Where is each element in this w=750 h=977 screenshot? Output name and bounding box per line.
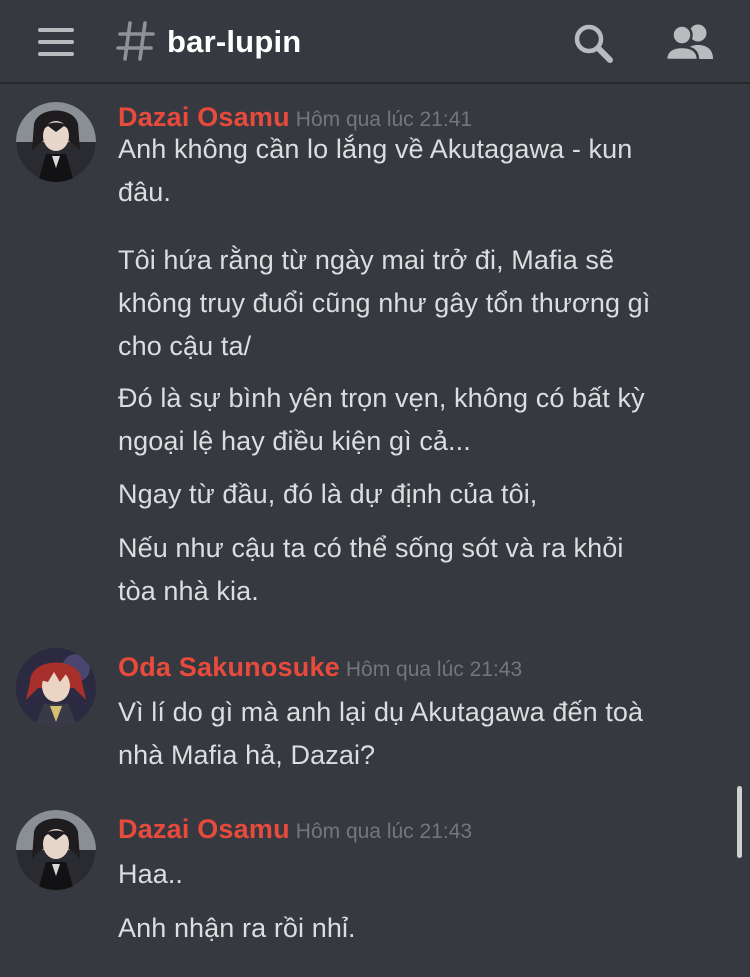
message-text: Nếu như cậu ta có thể sống sót và ra khỏ…: [118, 533, 624, 563]
message-header: Dazai Osamu Hôm qua lúc 21:43: [118, 814, 472, 845]
username[interactable]: Dazai Osamu: [118, 814, 290, 844]
message-text: ngoại lệ hay điều kiện gì cả...: [118, 426, 471, 456]
avatar[interactable]: [16, 648, 96, 728]
message-text: Ngay từ đầu, đó là dự định của tôi,: [118, 479, 538, 509]
message-text: Đó là sự bình yên trọn vẹn, không có bất…: [118, 383, 645, 413]
message-text: Tôi hứa rằng từ ngày mai trở đi, Mafia s…: [118, 245, 615, 275]
message-text: đâu.: [118, 177, 171, 207]
message-header: Oda Sakunosuke Hôm qua lúc 21:43: [118, 652, 522, 683]
avatar[interactable]: [16, 102, 96, 182]
message-text: tòa nhà kia.: [118, 576, 259, 606]
discord-channel-view: bar-lupin Dazai Osamu Hôm qua lúc 21:41 …: [0, 0, 750, 977]
message-text: cho cậu ta/: [118, 331, 252, 361]
channel-header: bar-lupin: [0, 0, 750, 84]
message-text: Anh không cần lo lắng về Akutagawa - kun: [118, 134, 633, 164]
message-text: nhà Mafia hả, Dazai?: [118, 740, 376, 770]
hash-icon: [116, 21, 155, 61]
channel-name: bar-lupin: [167, 24, 302, 59]
message-text: không truy đuổi cũng như gây tổn thương …: [118, 288, 651, 318]
message-text: Anh nhận ra rồi nhỉ.: [118, 913, 356, 943]
scrollbar-thumb[interactable]: [737, 786, 742, 858]
hamburger-menu-icon[interactable]: [30, 22, 82, 62]
username[interactable]: Oda Sakunosuke: [118, 652, 340, 682]
timestamp: Hôm qua lúc 21:43: [295, 820, 473, 843]
avatar[interactable]: [16, 810, 96, 890]
message-text: Vì lí do gì mà anh lại dụ Akutagawa đến …: [118, 697, 644, 727]
members-icon[interactable]: [662, 18, 718, 68]
search-icon[interactable]: [568, 18, 618, 68]
message-text: Haa..: [118, 859, 184, 889]
message-list[interactable]: Dazai Osamu Hôm qua lúc 21:41 Anh không c…: [0, 84, 750, 977]
timestamp: Hôm qua lúc 21:43: [345, 658, 523, 681]
